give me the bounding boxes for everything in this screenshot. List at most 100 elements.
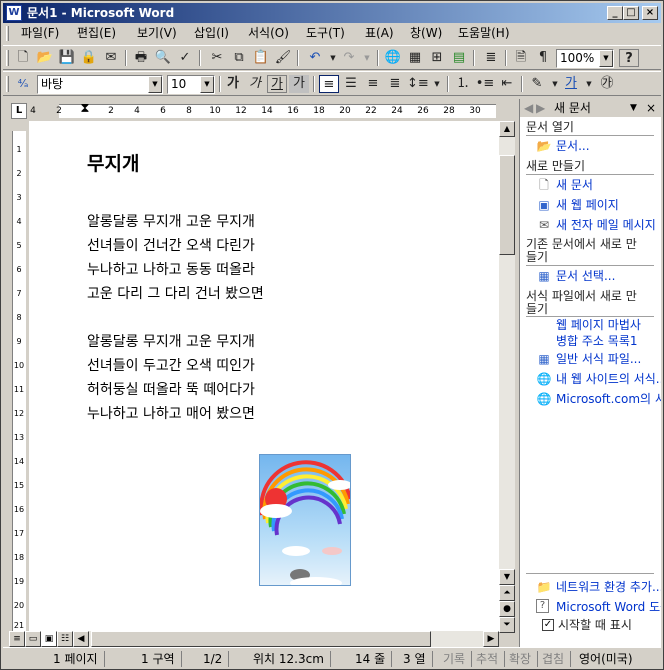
chevron-down-icon[interactable]: ▼ (148, 76, 162, 93)
new-email-link[interactable]: 새 전자 메일 메시지 (556, 218, 656, 233)
enclose-char-icon[interactable]: ㉮ (597, 75, 617, 93)
highlight-icon[interactable]: ✎ (527, 75, 547, 93)
numbering-icon[interactable]: ⒈ (453, 75, 473, 93)
font-combo[interactable]: 바탕 ▼ (37, 75, 163, 94)
menu-format[interactable]: 서식(O) (248, 25, 289, 42)
print-preview-icon[interactable]: 🔍 (153, 49, 173, 67)
scroll-left-icon[interactable]: ◀ (73, 631, 89, 647)
hyperlink-icon[interactable]: 🌐 (383, 49, 403, 67)
undo-icon[interactable]: ↶ (305, 49, 325, 67)
chevron-down-icon[interactable]: ▼ (200, 76, 214, 93)
tables-borders-icon[interactable]: ▦ (405, 49, 425, 67)
italic-button[interactable]: 가 (245, 75, 265, 93)
status-record[interactable]: 기록 (443, 651, 473, 667)
scroll-right-icon[interactable]: ▶ (483, 631, 499, 647)
spelling-icon[interactable]: ✓ (175, 49, 195, 67)
show-hide-icon[interactable]: ¶ (533, 49, 553, 67)
indent-marker-icon[interactable]: ⧗ (78, 102, 92, 115)
microsoft-com-link[interactable]: Microsoft.com의 서식... (556, 392, 661, 407)
decrease-indent-icon[interactable]: ⇤ (497, 75, 517, 93)
menu-help[interactable]: 도움말(H) (458, 25, 510, 42)
task-pane-menu-icon[interactable]: ▼ (630, 99, 637, 117)
copy-icon[interactable]: ⧉ (229, 49, 249, 67)
paste-icon[interactable]: 📋 (251, 49, 271, 67)
permission-icon[interactable]: 🔒 (79, 49, 99, 67)
poem-line[interactable]: 허허둥실 떠올라 뚝 떼어다가 (87, 379, 255, 399)
normal-view-icon[interactable]: ≡ (9, 631, 25, 647)
menu-tools[interactable]: 도구(T) (306, 25, 345, 42)
font-color-icon[interactable]: 가 (561, 75, 581, 93)
vertical-ruler[interactable]: 1 2 3 4 5 6 7 8 9 10 11 12 13 14 15 16 1… (9, 121, 29, 633)
cut-icon[interactable]: ✂ (207, 49, 227, 67)
toolbar-grip[interactable] (6, 76, 9, 92)
word-app-icon[interactable]: W (6, 5, 22, 21)
align-right-icon[interactable]: ≡ (363, 75, 383, 93)
new-document-link[interactable]: 새 문서 (556, 178, 593, 193)
line-spacing-icon[interactable]: ↕≡ (407, 75, 429, 93)
poem-title[interactable]: 무지개 (87, 149, 139, 176)
back-arrow-icon[interactable]: ◀ (524, 99, 533, 117)
save-icon[interactable]: 💾 (57, 49, 77, 67)
poem-line[interactable]: 알롱달롱 무지개 고운 무지개 (87, 211, 255, 231)
tab-stop-selector[interactable]: L (11, 103, 27, 119)
next-page-icon[interactable]: ⏷ (499, 617, 515, 633)
startup-checkbox[interactable]: ✓ (542, 619, 554, 631)
open-icon[interactable]: 📂 (35, 49, 55, 67)
merge-list-link[interactable]: 병합 주소 목록1 (556, 334, 638, 349)
font-color-dropdown-icon[interactable]: ▼ (579, 75, 599, 93)
poem-line[interactable]: 알롱달롱 무지개 고운 무지개 (87, 331, 255, 351)
poem-line[interactable]: 누나하고 나하고 매어 봤으면 (87, 403, 255, 423)
scroll-up-icon[interactable]: ▲ (499, 121, 515, 137)
bold-button[interactable]: 가 (223, 75, 243, 93)
forward-arrow-icon[interactable]: ▶ (536, 99, 545, 117)
web-wizard-link[interactable]: 웹 페이지 마법사 (556, 318, 641, 333)
insert-table-icon[interactable]: ⊞ (427, 49, 447, 67)
menu-insert[interactable]: 삽입(I) (194, 25, 229, 42)
open-document-link[interactable]: 문서... (556, 139, 590, 154)
horizontal-ruler[interactable]: 4 2 ⧗ 2 4 6 8 10 12 14 16 18 20 22 24 26… (29, 101, 499, 121)
styles-formatting-icon[interactable]: ⁴⁄ₐ (13, 75, 33, 93)
align-left-icon[interactable]: ≡ (319, 75, 339, 93)
general-template-link[interactable]: 일반 서식 파일... (556, 352, 641, 367)
toolbar-grip[interactable] (6, 50, 9, 66)
add-network-place-link[interactable]: 네트워크 환경 추가... (556, 580, 661, 595)
format-painter-icon[interactable]: 🖌 (273, 49, 293, 67)
menu-table[interactable]: 표(A) (365, 25, 394, 42)
status-extend[interactable]: 확장 (509, 651, 539, 667)
document-map-icon[interactable]: 🗎 (511, 49, 531, 67)
columns-icon[interactable]: ≣ (481, 49, 501, 67)
minimize-button[interactable]: _ (607, 6, 623, 20)
print-icon[interactable]: 🖶 (131, 49, 151, 67)
web-layout-icon[interactable]: ▭ (25, 631, 41, 647)
line-spacing-dropdown-icon[interactable]: ▼ (427, 75, 447, 93)
maximize-button[interactable]: □ (623, 6, 639, 20)
new-icon[interactable]: 🗋 (13, 49, 33, 67)
justify-icon[interactable]: ≣ (385, 75, 405, 93)
bullets-icon[interactable]: •≡ (475, 75, 495, 93)
menubar-grip[interactable] (6, 26, 9, 41)
poem-line[interactable]: 누나하고 나하고 동동 떠올라 (87, 259, 255, 279)
previous-page-icon[interactable]: ⏶ (499, 585, 515, 601)
status-overtype[interactable]: 겹침 (542, 651, 572, 667)
my-web-site-link[interactable]: 내 웹 사이트의 서식... (556, 372, 661, 387)
char-shading-button[interactable]: 가 (289, 75, 309, 93)
menu-view[interactable]: 보기(V) (137, 25, 177, 42)
print-layout-icon[interactable]: ▣ (41, 631, 57, 647)
choose-document-link[interactable]: 문서 선택... (556, 269, 615, 284)
rainbow-picture[interactable] (259, 454, 351, 586)
new-web-page-link[interactable]: 새 웹 페이지 (556, 198, 619, 213)
size-combo[interactable]: 10 ▼ (167, 75, 215, 94)
poem-line[interactable]: 선녀들이 건너간 오색 다린가 (87, 235, 255, 255)
insert-excel-icon[interactable]: ▤ (449, 49, 469, 67)
document-page[interactable]: 무지개 알롱달롱 무지개 고운 무지개 선녀들이 건너간 오색 다린가 누나하고… (29, 121, 499, 633)
chevron-down-icon[interactable]: ▼ (599, 50, 613, 67)
menu-edit[interactable]: 편집(E) (77, 25, 116, 42)
vertical-scrollbar[interactable]: ▲ ▼ ⏶ ● ⏷ (499, 121, 515, 633)
task-pane-close-icon[interactable]: × (646, 99, 656, 117)
word-help-link[interactable]: Microsoft Word 도움말 (556, 600, 661, 615)
underline-button[interactable]: 가 (267, 75, 287, 93)
close-button[interactable]: × (642, 6, 658, 20)
menu-window[interactable]: 창(W) (410, 25, 442, 42)
status-track[interactable]: 추적 (476, 651, 506, 667)
zoom-combo[interactable]: 100% ▼ (556, 49, 614, 68)
